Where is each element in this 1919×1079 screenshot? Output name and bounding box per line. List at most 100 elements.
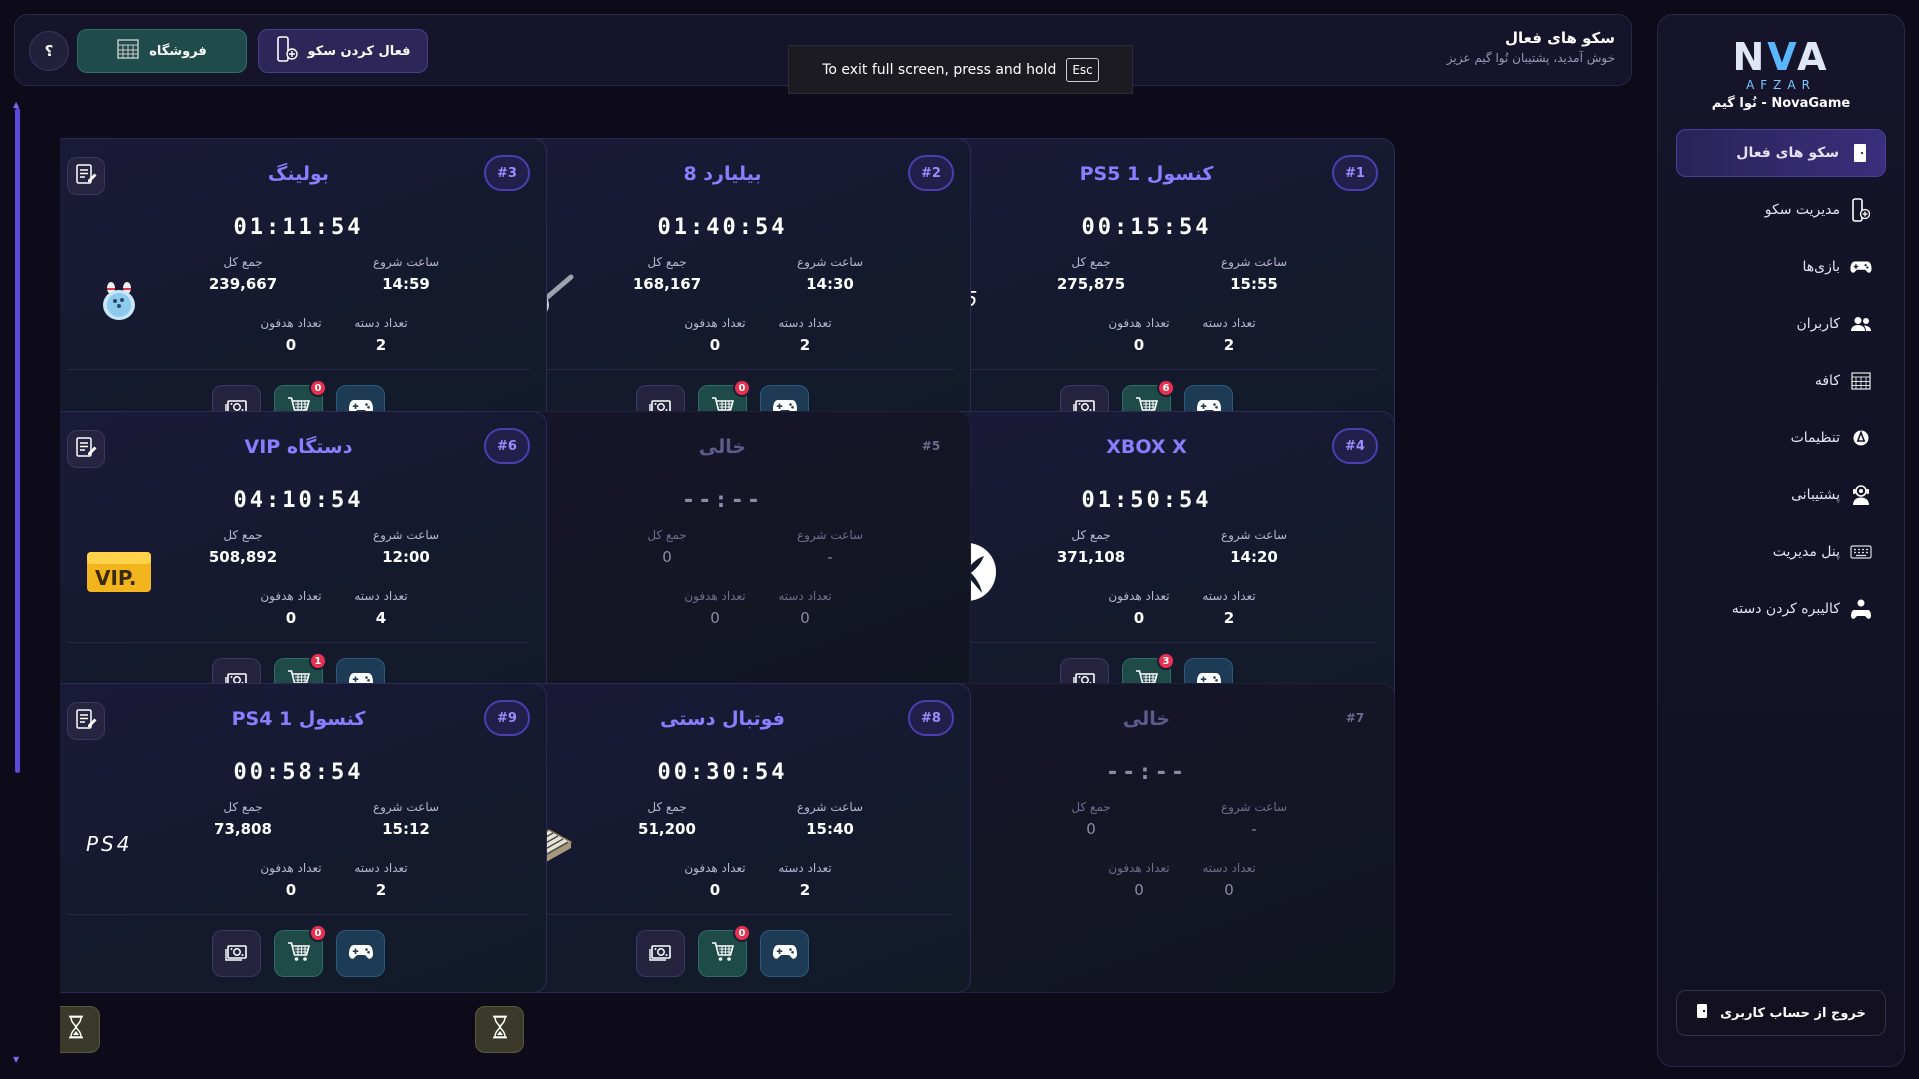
sidebar: NVA AFZAR NovaGame - نُوا گیم سکو های فع… [1657,14,1905,1067]
logo-subtitle: AFZAR [1746,77,1816,92]
station-add-icon [276,36,298,66]
controller-user-icon [1850,598,1872,620]
sidebar-item-settings[interactable]: تنظیمات [1676,414,1886,462]
controllers-value: 2 [799,336,811,354]
station-number: #5 [921,439,941,453]
station-number: #8 [908,700,954,736]
total-label: جمع کل [1071,800,1111,814]
controllers-stat: تعداد دسته 2 [351,316,411,354]
total-value: 73,808 [214,820,272,838]
start-time-stat: ساعت شروع 15:12 [351,800,461,838]
station-number: #9 [484,700,530,736]
cart-badge: 0 [733,379,751,397]
station-number: #2 [908,155,954,191]
total-stat: جمع کل 168,167 [612,255,722,293]
station-actions: 0 [60,924,546,1053]
card-divider [67,642,530,643]
sidebar-item-users[interactable]: کاربران [1676,300,1886,348]
shop-button[interactable]: فروشگاه [77,29,247,73]
timer-button[interactable] [475,1006,524,1053]
edit-station-button[interactable] [67,430,105,468]
sidebar-item-door[interactable]: سکو های فعال [1676,129,1886,177]
scrollbar-thumb[interactable] [15,108,20,773]
sidebar-item-gamepad[interactable]: بازی‌ها [1676,243,1886,291]
start-time-value: - [827,548,833,566]
start-time-label: ساعت شروع [1220,255,1288,269]
edit-station-button[interactable] [67,702,105,740]
total-stat: جمع کل 51,200 [612,800,722,838]
controllers-label: تعداد دسته [354,316,408,330]
controllers-stat: تعداد دسته 2 [1199,589,1259,627]
total-value: 239,667 [208,275,278,293]
headphones-label: تعداد هدفون [260,316,322,330]
payment-button[interactable] [212,930,261,977]
station-card: #5 خالی --:-- ساعت شروع - جمع کل 0 تعداد دسته 0 ت… [474,411,971,721]
controllers-value: 2 [375,336,387,354]
start-time-label: ساعت شروع [796,800,864,814]
controllers-value: 4 [375,609,387,627]
sidebar-item-label: بازی‌ها [1802,259,1840,275]
sidebar-item-controller-user[interactable]: کالیبره کردن دسته [1676,585,1886,633]
support-icon [1850,484,1872,506]
sidebar-item-station-add[interactable]: مدیریت سکو [1676,186,1886,234]
cart-button[interactable]: 0 [274,924,327,977]
fullscreen-toast-text: To exit full screen, press and hold [822,61,1057,78]
headphones-stat: تعداد هدفون 0 [1099,861,1179,899]
controllers-value: 0 [1224,881,1234,899]
headphones-label: تعداد هدفون [1108,861,1170,875]
timer-button[interactable] [60,1006,100,1053]
station-number: #4 [1332,428,1378,464]
sidebar-item-support[interactable]: پشتیبانی [1676,471,1886,519]
start-time-label: ساعت شروع [372,528,440,542]
station-title: کنسول PS5 1 [1079,163,1214,185]
sidebar-item-label: کافه [1814,373,1840,389]
start-time-stat: ساعت شروع 15:40 [775,800,885,838]
cart-badge: 0 [733,924,751,942]
station-card: #7 خالی --:-- ساعت شروع - جمع کل 0 تعداد دسته 0 ت… [898,683,1395,993]
headphones-value: 0 [1133,609,1145,627]
scroll-down-arrow[interactable]: ▼ [13,1055,19,1064]
sidebar-item-cafe[interactable]: کافه [1676,357,1886,405]
sidebar-item-label: مدیریت سکو [1764,202,1840,218]
start-time-value: 14:30 [806,275,854,293]
headphones-value: 0 [709,336,721,354]
card-divider [67,914,530,915]
vip-device-icon: VIP. [71,532,167,612]
station-card: #8 فوتبال دستی 00:30:54 ساعت شروع 15:40 جمع ک… [474,683,971,1053]
controller-button[interactable] [336,930,385,977]
start-time-stat: ساعت شروع 14:30 [775,255,885,293]
gamepad-icon [1850,256,1872,278]
headphones-value: 0 [1134,881,1144,899]
controllers-value: 2 [1223,609,1235,627]
logout-button[interactable]: خروج از حساب کاربری [1676,990,1886,1036]
start-time-value: 12:00 [382,548,430,566]
sidebar-item-keyboard[interactable]: پنل مدیریت [1676,528,1886,576]
headphones-stat: تعداد هدفون 0 [251,861,331,899]
total-label: جمع کل [647,528,687,542]
controller-button[interactable] [760,930,809,977]
headphones-label: تعداد هدفون [684,589,746,603]
sidebar-item-label: کاربران [1796,316,1840,332]
cart-button[interactable]: 0 [698,924,751,977]
start-time-stat: ساعت شروع 12:00 [351,528,461,566]
edit-station-button[interactable] [67,157,105,195]
station-number: #6 [484,428,530,464]
cart-icon [287,941,311,967]
sidebar-item-label: پشتیبانی [1791,487,1840,503]
activate-station-button[interactable]: فعال کردن سکو [258,29,428,73]
start-time-value: 15:55 [1230,275,1278,293]
total-value: 0 [662,548,672,566]
total-label: جمع کل [223,255,263,269]
station-number: #3 [484,155,530,191]
controllers-label: تعداد دسته [354,861,408,875]
payment-button[interactable] [636,930,685,977]
svg-text:PS4: PS4 [86,834,132,854]
station-title: XBOX X [1106,436,1187,458]
total-stat: جمع کل 73,808 [188,800,298,838]
help-button[interactable]: ؟ [29,31,69,71]
hourglass-icon [491,1015,509,1045]
station-timer: 01:50:54 [1081,488,1212,513]
hourglass-icon [67,1015,85,1045]
cart-badge: 6 [1157,379,1175,397]
station-actions: 0 [475,924,970,1053]
